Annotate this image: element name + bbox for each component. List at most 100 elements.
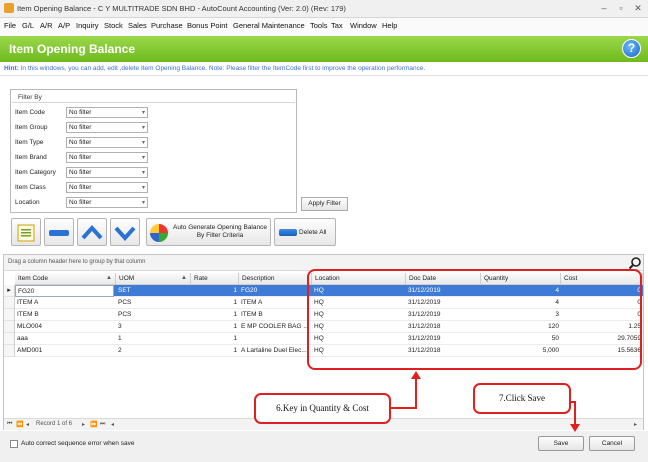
cell-description[interactable]: FG20 [239,285,312,297]
cell-item-code[interactable]: ITEM B [15,309,114,321]
filter-item-group-combo[interactable]: No filter ▾ [66,122,148,133]
chevron-down-icon: ▾ [141,200,145,206]
column-header-uom[interactable]: UOM ▲ [116,273,191,285]
cell-description[interactable]: ITEM A [239,297,312,309]
delete-icon [279,229,297,236]
menu-tax[interactable]: Tax [331,21,343,30]
list-view-button[interactable] [11,218,41,246]
menu-ar[interactable]: A/R [40,21,53,30]
menu-window[interactable]: Window [350,21,377,30]
cell-item-code[interactable]: AMD001 [15,345,114,357]
delete-all-button[interactable]: Delete All [274,218,336,246]
cell-item-code[interactable]: aaa [15,333,114,345]
apply-filter-button[interactable]: Apply Filter [301,197,348,211]
filter-divider [12,102,295,103]
filter-label-location: Location [15,199,40,206]
menu-sales[interactable]: Sales [128,21,147,30]
remove-row-button[interactable] [44,218,74,246]
move-down-button[interactable] [110,218,140,246]
first-record-icon[interactable]: ⏮ [7,421,12,428]
filter-item-brand-combo[interactable]: No filter ▾ [66,152,148,163]
filter-location-value: No filter [69,199,92,206]
row-indicator [4,321,15,333]
auto-generate-label: Auto Generate Opening Balance By Filter C… [171,224,269,240]
cell-item-code[interactable]: MLO004 [15,321,114,333]
chevron-down-icon: ▾ [141,140,145,146]
menu-purchase[interactable]: Purchase [151,21,183,30]
column-header-description[interactable]: Description [239,273,312,285]
cell-uom[interactable]: 1 [116,333,191,345]
chevron-down-icon: ▾ [141,170,145,176]
menu-stock[interactable]: Stock [104,21,123,30]
prev-record-icon[interactable]: ◂ [26,421,29,428]
window-title: Item Opening Balance - C Y MULTITRADE SD… [17,4,346,13]
cancel-button[interactable]: Cancel [589,436,635,451]
chevron-down-icon [114,226,136,241]
filter-item-type-combo[interactable]: No filter ▾ [66,137,148,148]
delete-all-label: Delete All [299,229,327,236]
column-header-rate[interactable]: Rate [191,273,239,285]
row-indicator [4,333,15,345]
cell-rate[interactable]: 1 [191,321,239,333]
cell-rate[interactable]: 1 [191,333,239,345]
cell-description[interactable]: ITEM B [239,309,312,321]
cell-uom[interactable]: PCS [116,297,191,309]
cell-description[interactable]: A Lartaline Duel Elec... [239,345,312,357]
row-indicator [4,345,15,357]
filter-item-category-combo[interactable]: No filter ▾ [66,167,148,178]
cell-rate[interactable]: 1 [191,309,239,321]
help-icon[interactable]: ? [622,39,641,58]
cell-uom[interactable]: 2 [116,345,191,357]
menu-tools[interactable]: Tools [310,21,328,30]
menu-ap[interactable]: A/P [58,21,70,30]
arrow-line [415,378,417,409]
auto-generate-line2: By Filter Criteria [196,232,244,239]
cell-description[interactable] [239,333,312,345]
chevron-down-icon: ▾ [141,155,145,161]
column-header-item-code-label: Item Code [18,275,48,282]
row-indicator-icon: ▸ [4,285,15,297]
scroll-left-icon[interactable]: ◂ [111,421,114,428]
filter-panel: Filter By Item Code No filter ▾ Item Grou… [10,89,297,213]
minimize-button[interactable]: – [597,2,611,15]
menu-inquiry[interactable]: Inquiry [76,21,99,30]
next-record-icon[interactable]: ▸ [82,421,85,428]
last-record-icon[interactable]: ⏭ [100,421,105,428]
next-page-icon[interactable]: ⏩ [90,421,97,428]
cell-item-code[interactable]: ITEM A [15,297,114,309]
close-button[interactable]: ✕ [631,2,645,15]
menu-file[interactable]: File [4,21,16,30]
cell-uom[interactable]: PCS [116,309,191,321]
cell-uom[interactable]: SET [116,285,191,297]
menu-bar: File G/L A/R A/P Inquiry Stock Sales Pur… [0,18,648,34]
hint-bar: Hint: In this windows, you can add, edit… [0,62,648,76]
filter-location-combo[interactable]: No filter ▾ [66,197,148,208]
menu-bonus-point[interactable]: Bonus Point [187,21,227,30]
menu-gl[interactable]: G/L [22,21,34,30]
save-button[interactable]: Save [538,436,584,451]
menu-help[interactable]: Help [382,21,397,30]
filter-item-class-combo[interactable]: No filter ▾ [66,182,148,193]
auto-generate-button[interactable]: Auto Generate Opening Balance By Filter C… [146,218,271,246]
cell-item-code[interactable]: FG20 [15,285,114,297]
cell-rate[interactable]: 1 [191,285,239,297]
cell-rate[interactable]: 1 [191,297,239,309]
cell-uom[interactable]: 3 [116,321,191,333]
arrow-line [574,401,576,424]
menu-general-maintenance[interactable]: General Maintenance [233,21,305,30]
app-icon [4,3,14,13]
search-icon[interactable] [628,256,642,270]
filter-label-item-class: Item Class [15,184,46,191]
filter-item-group-value: No filter [69,124,92,131]
auto-correct-checkbox[interactable] [10,440,18,448]
prev-page-icon[interactable]: ⏪ [16,421,23,428]
filter-item-class-value: No filter [69,184,92,191]
chevron-down-icon: ▾ [141,185,145,191]
cell-rate[interactable]: 1 [191,345,239,357]
move-up-button[interactable] [77,218,107,246]
restore-button[interactable]: ▫ [614,2,628,15]
cell-description[interactable]: E MP COOLER BAG ... [239,321,312,333]
filter-item-code-combo[interactable]: No filter ▾ [66,107,148,118]
scroll-right-icon[interactable]: ▸ [634,421,637,428]
column-header-item-code[interactable]: Item Code ▲ [15,273,116,285]
